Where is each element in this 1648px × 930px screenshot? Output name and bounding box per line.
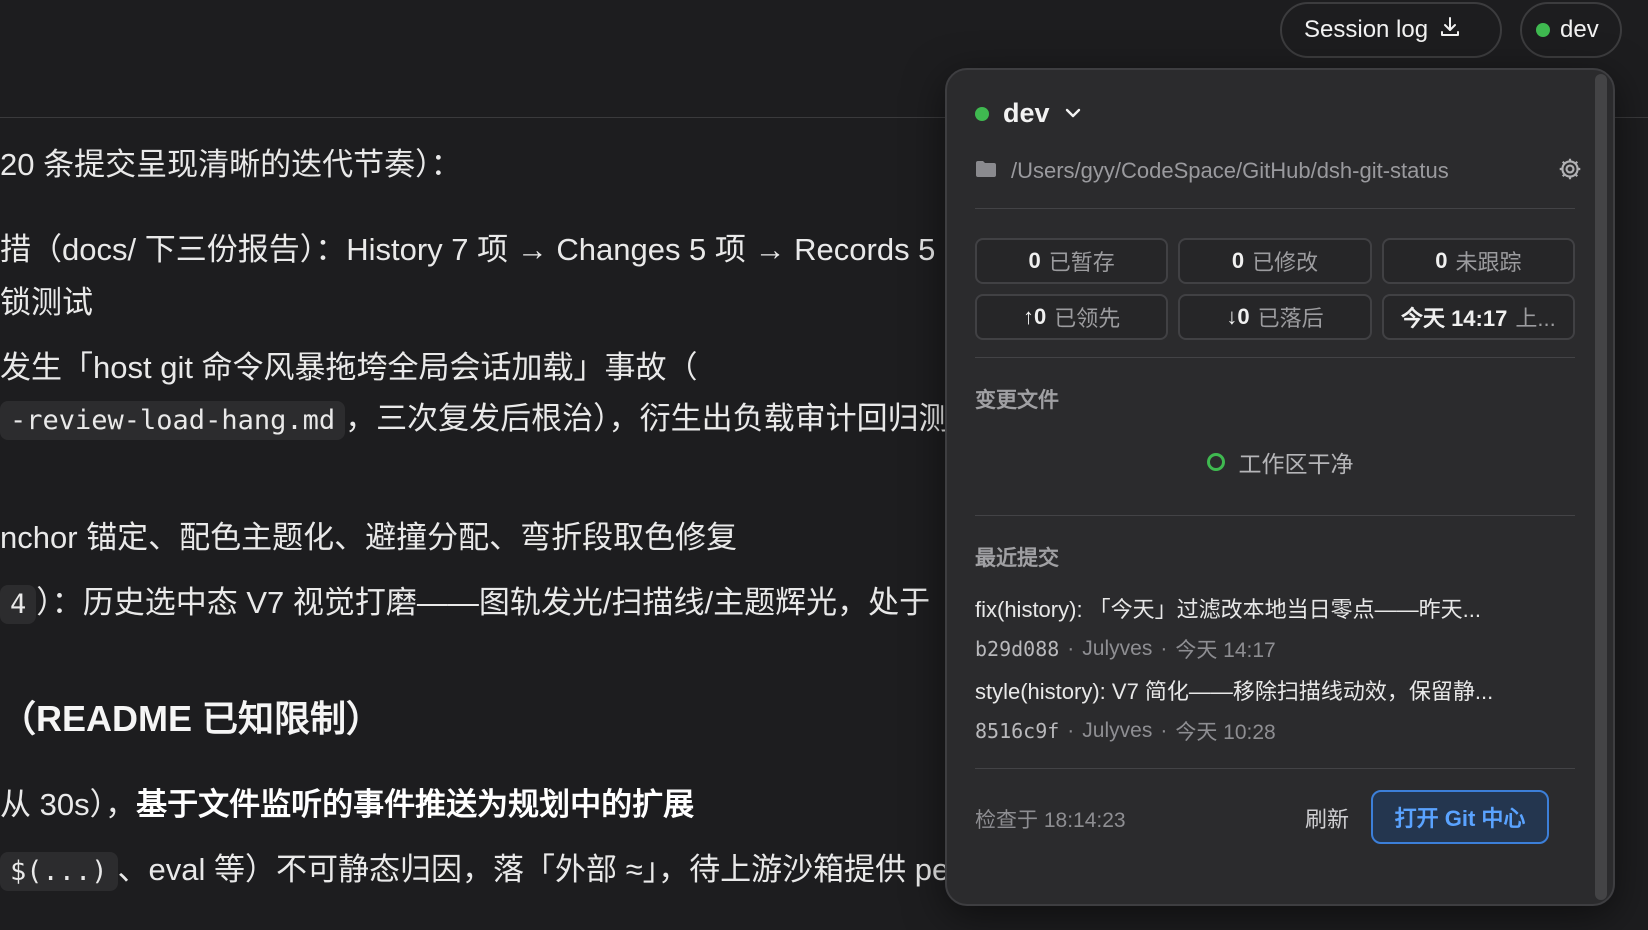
changes-section-title: 变更文件 bbox=[975, 389, 1059, 412]
stat-modified: 0 已修改 bbox=[1178, 238, 1372, 284]
divider bbox=[975, 768, 1575, 769]
inline-code: -review-load-hang.md bbox=[0, 401, 346, 440]
commit-author: Julyves bbox=[1082, 719, 1153, 742]
clean-status-icon bbox=[1206, 453, 1225, 471]
doc-text: 、eval 等）不可静态归因，落「外部 ≈」，待上游沙箱提供 per-turn … bbox=[117, 852, 960, 887]
inline-code: 4 bbox=[0, 585, 37, 624]
clean-status-text: 工作区干净 bbox=[1238, 451, 1354, 477]
commit-time: 今天 10:28 bbox=[1175, 721, 1276, 744]
gear-icon bbox=[1557, 158, 1583, 185]
recent-commits-title: 最近提交 bbox=[975, 547, 1059, 570]
meta-separator: · bbox=[1067, 719, 1075, 742]
chevron-down-icon bbox=[1064, 98, 1082, 129]
doc-text: 从 30s）， bbox=[0, 787, 137, 822]
stat-behind: ↓0 已落后 bbox=[1178, 294, 1372, 340]
commit-meta: 8516c9f · Julyves · 今天 10:28 bbox=[975, 716, 1575, 746]
meta-separator: · bbox=[1160, 637, 1168, 660]
doc-line: 发生「host git 命令风暴拖垮全局会话加载」事故（ bbox=[0, 350, 698, 385]
repo-path: /Users/gyy/CodeSpace/GitHub/dsh-git-stat… bbox=[1011, 158, 1449, 183]
status-dot-icon bbox=[1536, 23, 1550, 37]
folder-icon bbox=[975, 158, 997, 184]
doc-bold-text: 基于文件监听的事件推送为规划中的扩展 bbox=[136, 787, 695, 822]
commit-item[interactable]: style(history): V7 简化——移除扫描线动效，保留静... 85… bbox=[975, 674, 1575, 746]
section-heading: （README 已知限制） bbox=[0, 698, 383, 739]
commit-meta: b29d088 · Julyves · 今天 14:17 bbox=[975, 634, 1575, 664]
divider bbox=[975, 208, 1575, 209]
branch-pill-label: dev bbox=[1560, 16, 1599, 43]
commit-hash: b29d088 bbox=[975, 637, 1060, 661]
doc-line: -review-load-hang.md ，三次复发后根治），衍生出负载审计回归测 bbox=[0, 393, 950, 440]
clean-status: 工作区干净 bbox=[947, 445, 1613, 479]
document-content: 20 条提交呈现清晰的迭代节奏）： 措（docs/ 下三份报告）：History… bbox=[0, 117, 960, 930]
doc-line: nchor 锚定、配色主题化、避撞分配、弯折段取色修复 bbox=[0, 520, 738, 555]
refresh-button[interactable]: 刷新 bbox=[1305, 802, 1349, 834]
session-log-label: Session log bbox=[1304, 16, 1429, 43]
doc-line: 20 条提交呈现清晰的迭代节奏）： bbox=[0, 147, 462, 182]
doc-text: ）：历史选中态 V7 视觉打磨——图轨发光/扫描线/主题辉光，处于 bbox=[36, 585, 931, 620]
stat-last-update: 今天 14:17 上... bbox=[1381, 294, 1575, 340]
commit-hash: 8516c9f bbox=[975, 719, 1060, 743]
doc-line: 措（docs/ 下三份报告）：History 7 项 → Changes 5 项… bbox=[0, 232, 936, 267]
branch-pill-button[interactable]: dev bbox=[1520, 2, 1622, 58]
commit-message: style(history): V7 简化——移除扫描线动效，保留静... bbox=[975, 679, 1494, 704]
doc-line: $(...)、eval 等）不可静态归因，落「外部 ≈」，待上游沙箱提供 per… bbox=[0, 844, 960, 891]
commit-author: Julyves bbox=[1082, 637, 1153, 660]
meta-separator: · bbox=[1160, 719, 1168, 742]
session-log-button[interactable]: Session log bbox=[1280, 2, 1502, 58]
scrollbar[interactable] bbox=[1595, 74, 1607, 900]
doc-line: 4 ）：历史选中态 V7 视觉打磨——图轨发光/扫描线/主题辉光，处于 bbox=[0, 577, 931, 624]
divider bbox=[975, 515, 1575, 516]
commit-time: 今天 14:17 bbox=[1175, 639, 1276, 662]
branch-name: dev bbox=[1003, 98, 1050, 128]
stat-staged: 0 已暂存 bbox=[975, 238, 1169, 284]
stat-ahead: ↑0 已领先 bbox=[975, 294, 1169, 340]
meta-separator: · bbox=[1067, 637, 1075, 660]
commit-item[interactable]: fix(history): 「今天」过滤改本地当日零点——昨天... b29d0… bbox=[975, 592, 1575, 664]
divider bbox=[975, 357, 1575, 358]
doc-text: ，三次复发后根治），衍生出负载审计回归测 bbox=[345, 401, 950, 436]
branch-selector[interactable]: dev bbox=[975, 98, 1082, 129]
status-stats-grid: 0 已暂存 0 已修改 0 未跟踪 ↑0 已领先 ↓0 已落后 今天 14:17 上... bbox=[975, 238, 1575, 340]
status-dot-icon bbox=[975, 106, 989, 121]
stat-untracked: 0 未跟踪 bbox=[1381, 238, 1575, 284]
last-checked-time: 检查于 18:14:23 bbox=[975, 809, 1126, 832]
settings-button[interactable] bbox=[1557, 156, 1583, 185]
inline-code: $(...) bbox=[0, 852, 118, 891]
open-git-center-button[interactable]: 打开 Git 中心 bbox=[1371, 790, 1549, 844]
git-status-popover: dev /Users/gyy/CodeSpace/GitHub/dsh-git-… bbox=[945, 68, 1615, 906]
download-icon bbox=[1438, 15, 1462, 46]
commit-message: fix(history): 「今天」过滤改本地当日零点——昨天... bbox=[975, 597, 1482, 622]
doc-line: 锁测试 bbox=[0, 285, 93, 320]
doc-line: 从 30s），基于文件监听的事件推送为规划中的扩展 bbox=[0, 779, 694, 824]
repo-path-row: /Users/gyy/CodeSpace/GitHub/dsh-git-stat… bbox=[975, 158, 1575, 184]
